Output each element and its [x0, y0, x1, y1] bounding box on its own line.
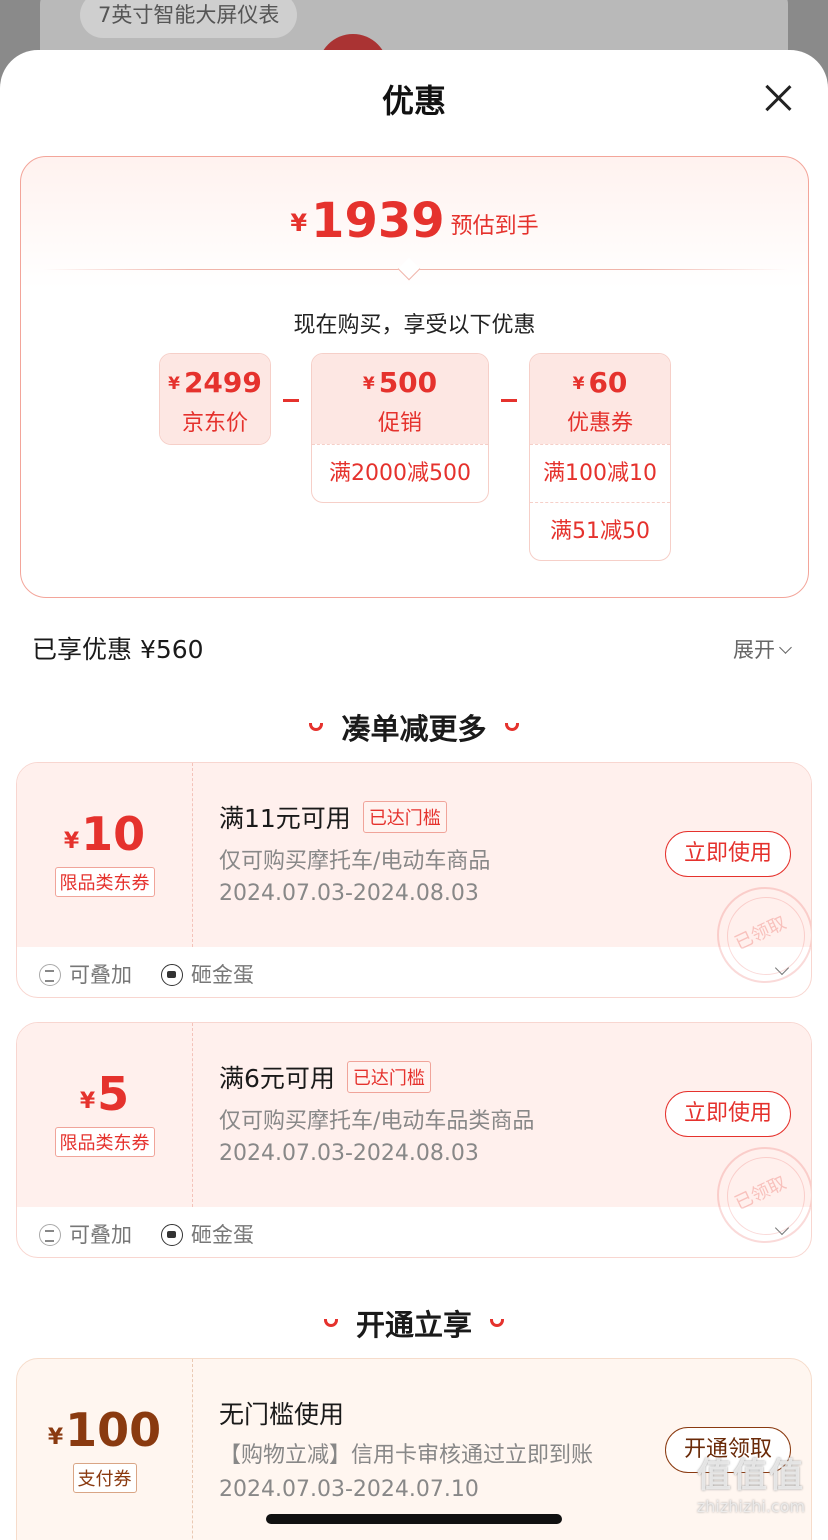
banner-chip: 7英寸智能大屏仪表: [80, 0, 298, 38]
feature-label: 砸金蛋: [191, 1223, 254, 1247]
promotion-value: 500: [378, 366, 438, 399]
discount-sheet: 优惠 ¥1939 预估到手 现在购买，享受以下优惠 ¥2499 京东价 ¥500 …: [0, 50, 828, 1540]
coupon-date: 2024.07.03-2024.08.03: [219, 881, 479, 906]
promotion-rule: 满2000减500: [312, 444, 488, 502]
feature-golden-egg: 砸金蛋: [161, 959, 254, 989]
sheet-title: 优惠: [381, 82, 446, 120]
chevron-down-icon[interactable]: [774, 1220, 790, 1236]
coupon-value: 60: [588, 366, 628, 399]
coupon-title: 满6元可用 已达门槛: [219, 1059, 431, 1095]
close-icon[interactable]: [762, 82, 794, 114]
coupon-amount-area: ¥100 支付券: [17, 1359, 193, 1540]
smile-icon: [490, 1319, 504, 1327]
saved-discount-text: 已享优惠 ¥560: [32, 635, 204, 664]
coupon-date: 2024.07.03-2024.08.03: [219, 1141, 479, 1166]
coupon-date: 2024.07.03-2024.07.10: [219, 1477, 479, 1502]
home-indicator: [266, 1514, 562, 1524]
threshold-badge: 已达门槛: [346, 1061, 431, 1093]
golden-egg-icon: [161, 1224, 183, 1246]
summary-subtitle: 现在购买，享受以下优惠: [293, 313, 536, 338]
feature-stackable: 可叠加: [39, 959, 132, 989]
coupon-card: ¥5 限品类东券 满6元可用 已达门槛 仅可购买摩托车/电动车品类商品 2024.…: [16, 1022, 812, 1258]
section-title-more: 凑单减更多: [0, 706, 828, 748]
stack-icon: [39, 1224, 61, 1246]
feature-golden-egg: 砸金蛋: [161, 1219, 254, 1249]
coupon-amount: 100: [65, 1403, 162, 1457]
section-title-open: 开通立享: [0, 1302, 828, 1344]
chevron-down-icon[interactable]: [774, 960, 790, 976]
jd-price-value: 2499: [183, 366, 262, 399]
coupon-title: 满11元可用 已达门槛: [219, 799, 447, 835]
coupon-type-tag: 支付券: [72, 1463, 137, 1493]
watermark-site: zhizhizhi.com: [696, 1497, 806, 1516]
coupon-card: ¥10 限品类东券 满11元可用 已达门槛 仅可购买摩托车/电动车商品 2024.…: [16, 762, 812, 998]
coupon-desc: 仅可购买摩托车/电动车商品: [219, 849, 491, 874]
coupon-label: 优惠券: [566, 411, 633, 436]
expand-button[interactable]: 展开: [733, 634, 792, 664]
coupon-amount-area: ¥5 限品类东券: [17, 1023, 193, 1207]
section-more-label: 凑单减更多: [341, 712, 487, 746]
coupon-title: 无门槛使用: [219, 1400, 345, 1429]
currency-symbol: ¥: [290, 209, 308, 237]
currency-symbol: ¥: [572, 374, 585, 394]
coupon-desc: 【购物立减】信用卡审核通过立即到账: [219, 1443, 594, 1468]
coupon-threshold: 满11元可用: [219, 804, 351, 833]
chevron-down-icon: [779, 641, 792, 654]
coupon-features: 可叠加 砸金蛋: [17, 947, 811, 997]
coupon-rule: 满51减50: [530, 502, 670, 560]
section-open-label: 开通立享: [355, 1308, 472, 1342]
currency-symbol: ¥: [79, 1089, 96, 1114]
currency-symbol: ¥: [47, 1425, 64, 1450]
coupon-rule: 满100减10: [530, 444, 670, 502]
coupon-amount: 10: [81, 807, 146, 861]
currency-symbol: ¥: [63, 829, 80, 854]
coupon-amount: 5: [97, 1067, 130, 1121]
coupon-type-tag: 限品类东券: [54, 1127, 155, 1157]
minus-sign: [501, 399, 517, 402]
estimated-price-value: 1939: [311, 193, 445, 249]
watermark: 值值值 zhizhizhi.com: [676, 1448, 826, 1516]
estimated-price: ¥1939 预估到手: [21, 193, 808, 249]
currency-symbol: ¥: [362, 374, 375, 394]
feature-label: 可叠加: [69, 963, 132, 987]
minus-sign: [283, 399, 299, 402]
currency-symbol: ¥: [168, 374, 180, 394]
feature-stackable: 可叠加: [39, 1219, 132, 1249]
coupon-desc: 仅可购买摩托车/电动车品类商品: [219, 1109, 535, 1134]
coupon-threshold: 满6元可用: [219, 1064, 335, 1093]
coupon-box: ¥60 优惠券 满100减10 满51减50: [529, 353, 671, 561]
coupon-features: 可叠加 砸金蛋: [17, 1207, 811, 1257]
price-summary-card: ¥1939 预估到手 现在购买，享受以下优惠 ¥2499 京东价 ¥500 促销 …: [20, 156, 809, 598]
expand-label: 展开: [733, 638, 775, 662]
promotion-box: ¥500 促销 满2000减500: [311, 353, 489, 503]
use-now-button[interactable]: 立即使用: [665, 1091, 791, 1137]
coupon-type-tag: 限品类东券: [54, 867, 155, 897]
smile-icon: [504, 723, 519, 731]
use-now-button[interactable]: 立即使用: [665, 831, 791, 877]
watermark-logo: 值值值: [697, 1456, 805, 1496]
coupon-amount-area: ¥10 限品类东券: [17, 763, 193, 947]
promotion-label: 促销: [377, 411, 422, 436]
threshold-badge: 已达门槛: [362, 801, 447, 833]
jd-price-box: ¥2499 京东价: [159, 353, 271, 445]
divider-notch: [397, 257, 421, 281]
stack-icon: [39, 964, 61, 986]
estimated-price-label: 预估到手: [450, 214, 539, 239]
jd-price-label: 京东价: [181, 411, 248, 436]
smile-icon: [323, 1319, 338, 1327]
feature-label: 砸金蛋: [191, 963, 254, 987]
golden-egg-icon: [161, 964, 183, 986]
feature-label: 可叠加: [69, 1223, 132, 1247]
smile-icon: [309, 723, 324, 731]
